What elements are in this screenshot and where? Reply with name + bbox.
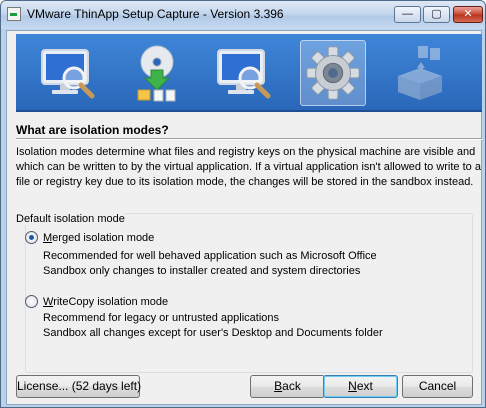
window-title: VMware ThinApp Setup Capture - Version 3… bbox=[27, 7, 284, 21]
merged-isolation-radio[interactable]: Merged isolation mode bbox=[25, 231, 154, 244]
page-heading: What are isolation modes? bbox=[16, 123, 169, 137]
maximize-button[interactable]: ▢ bbox=[423, 6, 450, 23]
wizard-step-banner bbox=[16, 34, 482, 112]
writecopy-isolation-radio[interactable]: WriteCopy isolation mode bbox=[25, 295, 168, 308]
setup-capture-window: VMware ThinApp Setup Capture - Version 3… bbox=[0, 0, 486, 408]
isolation-description: Isolation modes determine what files and… bbox=[16, 145, 482, 190]
radio-button[interactable] bbox=[25, 295, 38, 308]
next-button[interactable]: Next bbox=[323, 375, 398, 398]
option-detail: Recommend for legacy or untrusted applic… bbox=[43, 312, 280, 324]
merged-isolation-label[interactable]: Merged isolation mode bbox=[43, 232, 154, 244]
group-label: Default isolation mode bbox=[16, 213, 125, 225]
package-box-icon bbox=[388, 40, 454, 106]
dialog-client-area: What are isolation modes? Isolation mode… bbox=[6, 30, 482, 405]
cancel-button[interactable]: Cancel bbox=[402, 375, 473, 398]
back-button[interactable]: Back bbox=[250, 375, 325, 398]
writecopy-isolation-label[interactable]: WriteCopy isolation mode bbox=[43, 296, 168, 308]
cd-install-icon bbox=[124, 40, 190, 106]
monitor-magnifier-icon bbox=[212, 40, 278, 106]
description-line: which can be written to by the virtual a… bbox=[16, 161, 481, 173]
description-line: file or registry key due to its isolatio… bbox=[16, 176, 474, 188]
app-icon bbox=[7, 7, 21, 21]
writecopy-isolation-details: Recommend for legacy or untrusted applic… bbox=[43, 311, 383, 341]
description-line: Isolation modes determine what files and… bbox=[16, 146, 476, 158]
radio-button-selected[interactable] bbox=[25, 231, 38, 244]
option-detail: Recommended for well behaved application… bbox=[43, 250, 377, 262]
license-button[interactable]: License... (52 days left) bbox=[16, 375, 141, 398]
option-detail: Sandbox only changes to installer create… bbox=[43, 265, 361, 277]
minimize-button[interactable]: — bbox=[394, 6, 421, 23]
close-button[interactable]: ✕ bbox=[453, 6, 483, 23]
heading-divider bbox=[16, 138, 482, 140]
gear-icon bbox=[300, 40, 366, 106]
monitor-magnifier-icon bbox=[36, 40, 102, 106]
option-detail: Sandbox all changes except for user's De… bbox=[43, 327, 383, 339]
title-bar[interactable]: VMware ThinApp Setup Capture - Version 3… bbox=[1, 1, 485, 29]
merged-isolation-details: Recommended for well behaved application… bbox=[43, 249, 377, 279]
